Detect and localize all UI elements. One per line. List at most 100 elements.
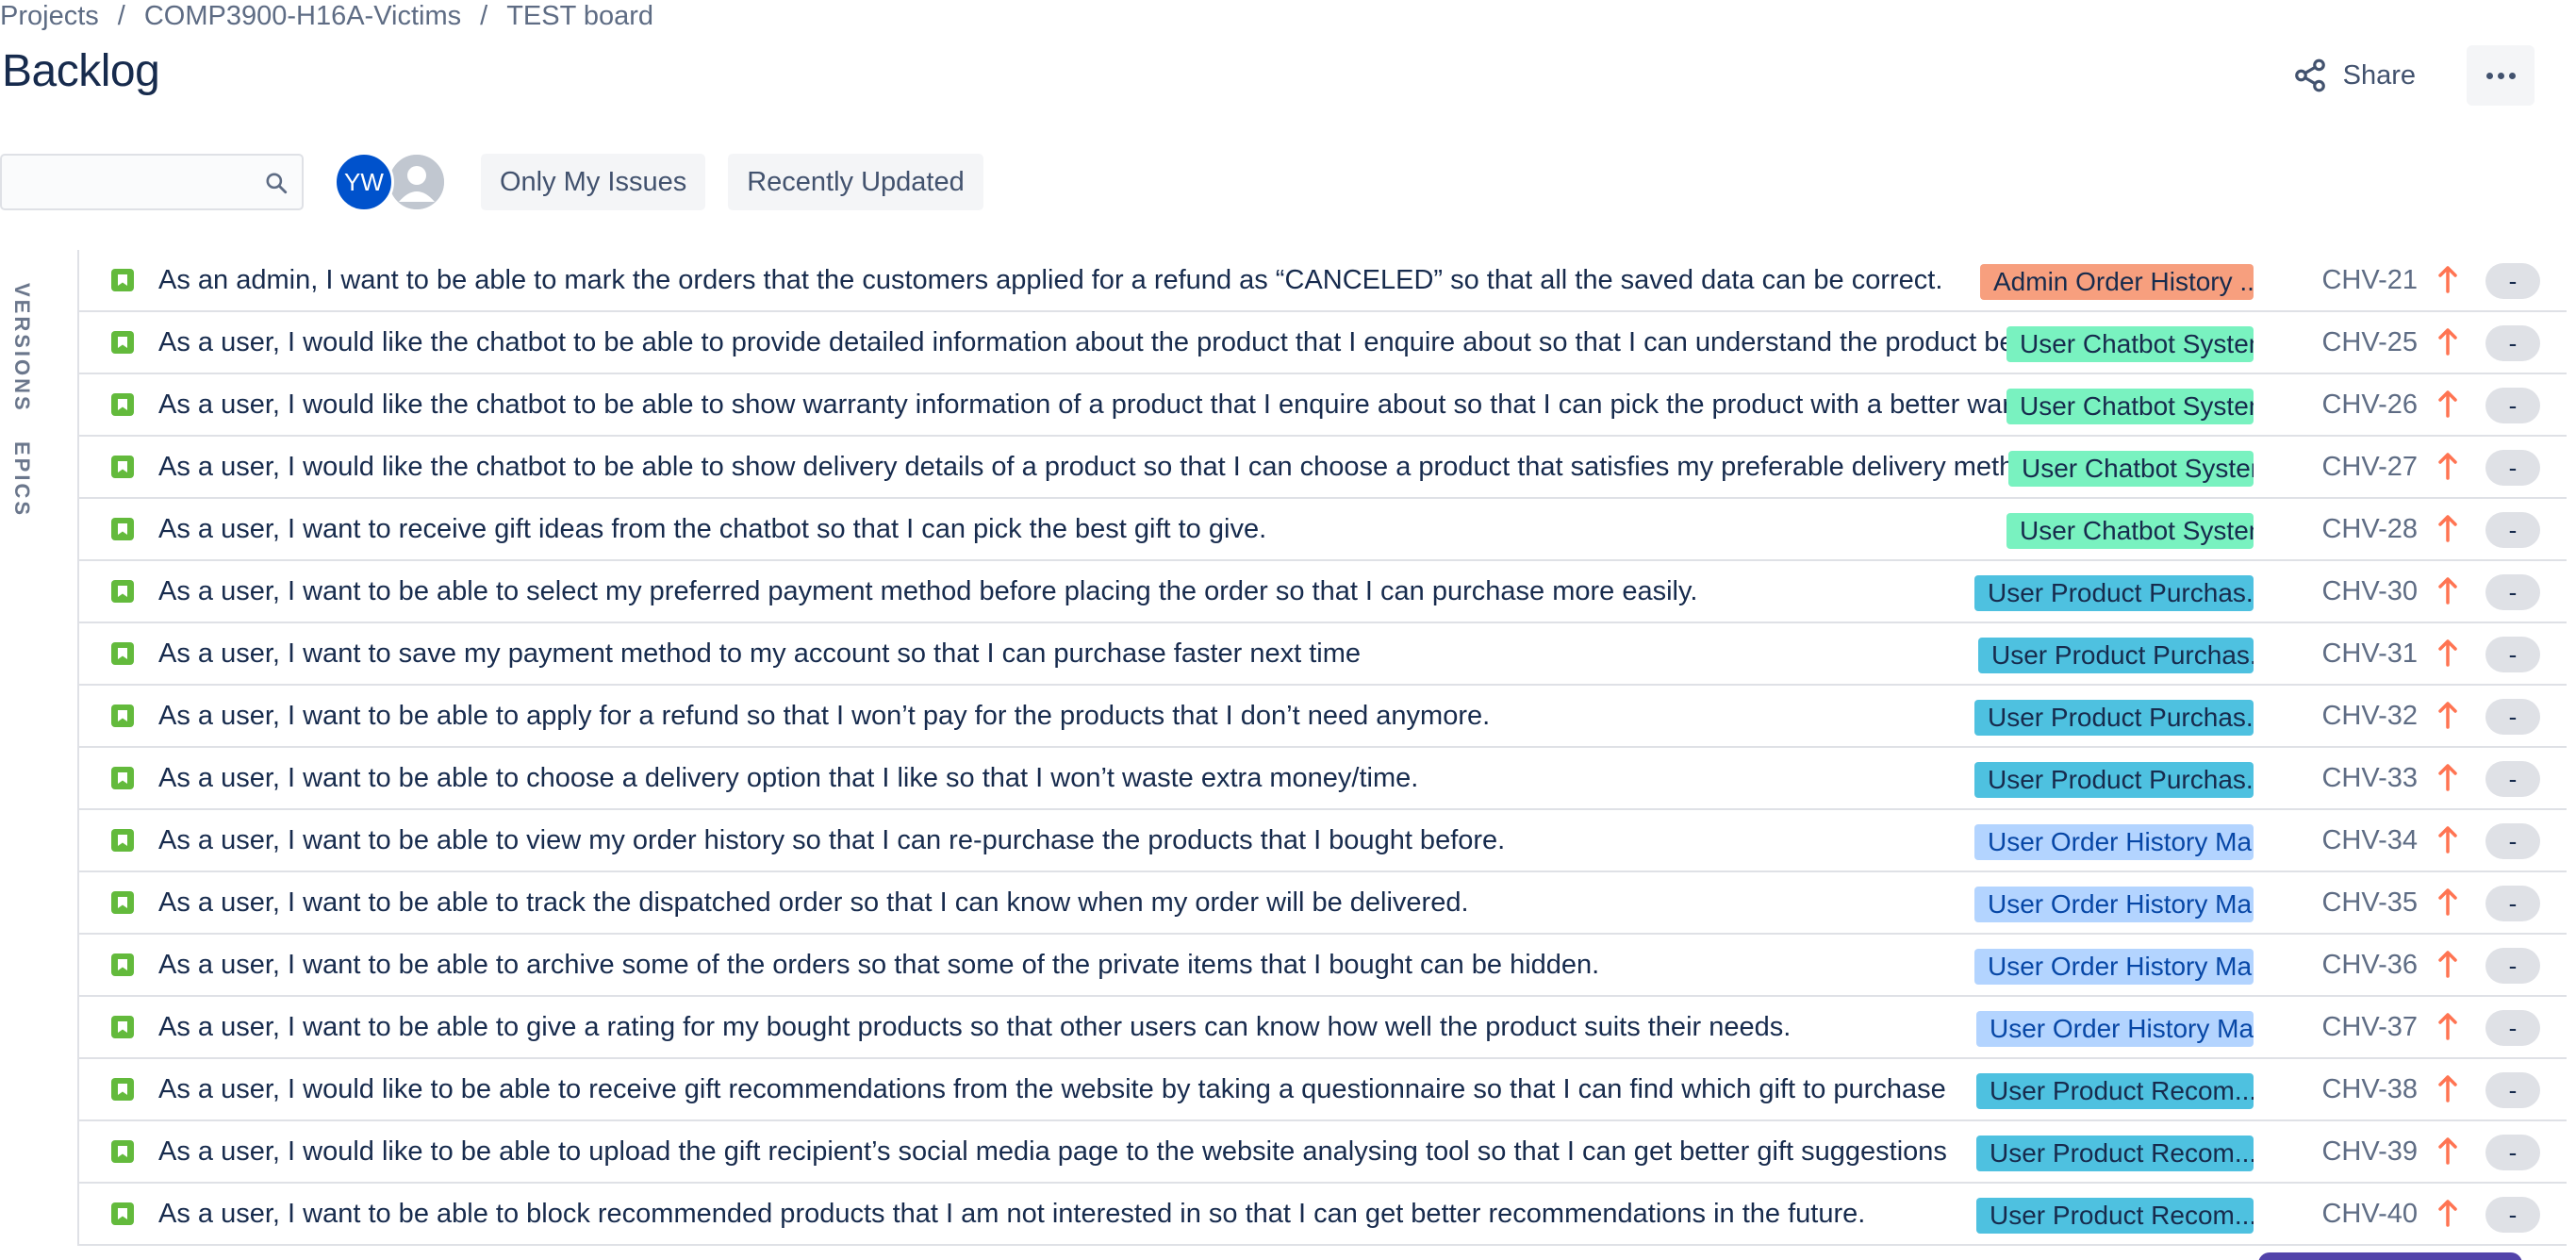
create-sprint-button[interactable]: [2258, 1252, 2522, 1260]
breadcrumb-project[interactable]: COMP3900-H16A-Victims: [144, 1, 461, 32]
issue-row[interactable]: As a user, I want to be able to archive …: [79, 935, 2567, 997]
story-icon: [111, 1016, 134, 1038]
priority-high-icon: [2438, 1200, 2457, 1227]
story-points-badge: -: [2485, 574, 2540, 610]
issue-key[interactable]: CHV-38: [2316, 1059, 2418, 1119]
issue-row[interactable]: As a user, I want to be able to select m…: [79, 561, 2567, 623]
breadcrumb-separator: /: [480, 0, 488, 31]
story-points-badge: -: [2485, 1010, 2540, 1046]
issue-summary: As a user, I want to be able to select m…: [158, 576, 1698, 606]
issue-key[interactable]: CHV-26: [2316, 374, 2418, 435]
priority-high-icon: [2438, 328, 2457, 356]
issue-row[interactable]: As a user, I want to be able to choose a…: [79, 748, 2567, 810]
issue-summary: As a user, I want to be able to apply fo…: [158, 701, 1491, 731]
issue-row[interactable]: As a user, I want to be able to block re…: [79, 1184, 2567, 1246]
issue-summary: As a user, I want to save my payment met…: [158, 638, 1362, 669]
priority-high-icon: [2438, 639, 2457, 667]
search-field[interactable]: [0, 154, 304, 210]
priority-high-icon: [2438, 577, 2457, 605]
story-icon: [111, 1140, 134, 1163]
story-icon: [111, 953, 134, 976]
priority-high-icon: [2438, 453, 2457, 480]
issue-row[interactable]: As a user, I would like to be able to re…: [79, 1059, 2567, 1121]
issue-key[interactable]: CHV-32: [2316, 686, 2418, 746]
issue-key[interactable]: CHV-40: [2316, 1184, 2418, 1244]
tab-epics[interactable]: EPICS: [9, 441, 34, 518]
epic-badge: User Product Recom...: [1976, 1198, 2254, 1234]
story-points-badge: -: [2485, 1072, 2540, 1108]
issue-row[interactable]: As a user, I would like the chatbot to b…: [79, 312, 2567, 374]
priority-high-icon: [2438, 1075, 2457, 1102]
more-dot: [2508, 72, 2516, 79]
issue-row[interactable]: As a user, I want to save my payment met…: [79, 623, 2567, 686]
issue-row[interactable]: As a user, I would like the chatbot to b…: [79, 374, 2567, 437]
tab-versions[interactable]: VERSIONS: [9, 283, 34, 413]
share-button[interactable]: Share: [2287, 45, 2421, 106]
issue-key[interactable]: CHV-34: [2316, 810, 2418, 870]
issue-key[interactable]: CHV-27: [2316, 437, 2418, 497]
page-title: Backlog: [2, 46, 160, 96]
issue-key[interactable]: CHV-31: [2316, 623, 2418, 684]
story-points-badge: -: [2485, 823, 2540, 859]
issue-summary: As a user, I want to be able to archive …: [158, 950, 1600, 980]
share-icon: [2294, 58, 2325, 92]
backlog-toolbar: YW Only My Issues Recently Updated: [0, 151, 983, 213]
issue-row[interactable]: As a user, I want to be able to apply fo…: [79, 686, 2567, 748]
only-my-issues-filter[interactable]: Only My Issues: [481, 154, 706, 210]
priority-high-icon: [2438, 1137, 2457, 1165]
issue-key[interactable]: CHV-21: [2316, 250, 2418, 310]
epic-badge: User Product Purchas...: [1974, 762, 2254, 798]
issue-summary: As an admin, I want to be able to mark t…: [158, 265, 1943, 295]
issue-key[interactable]: CHV-28: [2316, 499, 2418, 559]
issue-key[interactable]: CHV-39: [2316, 1121, 2418, 1182]
avatar[interactable]: YW: [334, 152, 394, 212]
issue-key[interactable]: CHV-30: [2316, 561, 2418, 622]
breadcrumb-projects[interactable]: Projects: [0, 1, 99, 32]
issue-summary: As a user, I want to be able to track th…: [158, 887, 1469, 918]
priority-high-icon: [2438, 764, 2457, 791]
priority-high-icon: [2438, 702, 2457, 729]
priority-high-icon: [2438, 826, 2457, 854]
story-icon: [111, 891, 134, 914]
epic-badge: User Product Purchas...: [1974, 575, 2254, 611]
issue-key[interactable]: CHV-35: [2316, 872, 2418, 933]
recently-updated-filter[interactable]: Recently Updated: [728, 154, 983, 210]
epic-badge: User Product Purchas...: [1974, 700, 2254, 736]
issue-summary: As a user, I want to be able to view my …: [158, 825, 1506, 855]
story-points-badge: -: [2485, 263, 2540, 299]
issue-key[interactable]: CHV-25: [2316, 312, 2418, 373]
story-icon: [111, 642, 134, 665]
more-dot: [2497, 72, 2504, 79]
issue-key[interactable]: CHV-36: [2316, 935, 2418, 995]
issue-row[interactable]: As an admin, I want to be able to mark t…: [79, 250, 2567, 312]
issue-summary: As a user, I would like the chatbot to b…: [158, 452, 2045, 482]
story-icon: [111, 331, 134, 354]
issue-row[interactable]: As a user, I would like the chatbot to b…: [79, 437, 2567, 499]
priority-high-icon: [2438, 951, 2457, 978]
epic-badge: User Order History Ma...: [1974, 887, 2254, 922]
priority-high-icon: [2438, 515, 2457, 542]
story-icon: [111, 456, 134, 478]
breadcrumb-board[interactable]: TEST board: [506, 1, 653, 32]
priority-high-icon: [2438, 888, 2457, 916]
user-placeholder-icon: [389, 155, 444, 209]
epic-badge: User Chatbot System: [2008, 451, 2254, 487]
story-icon: [111, 1078, 134, 1101]
issue-row[interactable]: As a user, I want to be able to track th…: [79, 872, 2567, 935]
story-icon: [111, 1202, 134, 1225]
issue-row[interactable]: As a user, I want to be able to give a r…: [79, 997, 2567, 1059]
share-label: Share: [2342, 59, 2416, 91]
priority-high-icon: [2438, 390, 2457, 418]
issue-key[interactable]: CHV-37: [2316, 997, 2418, 1057]
issue-row[interactable]: As a user, I want to be able to view my …: [79, 810, 2567, 872]
search-input[interactable]: [2, 156, 302, 208]
issue-summary: As a user, I would like to be able to re…: [158, 1074, 1946, 1104]
issue-row[interactable]: As a user, I would like to be able to up…: [79, 1121, 2567, 1184]
breadcrumb: Projects / COMP3900-H16A-Victims / TEST …: [0, 0, 653, 32]
issue-row[interactable]: As a user, I want to receive gift ideas …: [79, 499, 2567, 561]
page-actions: Share: [2287, 45, 2535, 106]
avatar-unassigned[interactable]: [387, 152, 447, 212]
story-icon: [111, 767, 134, 789]
issue-key[interactable]: CHV-33: [2316, 748, 2418, 808]
more-actions-button[interactable]: [2467, 45, 2535, 106]
